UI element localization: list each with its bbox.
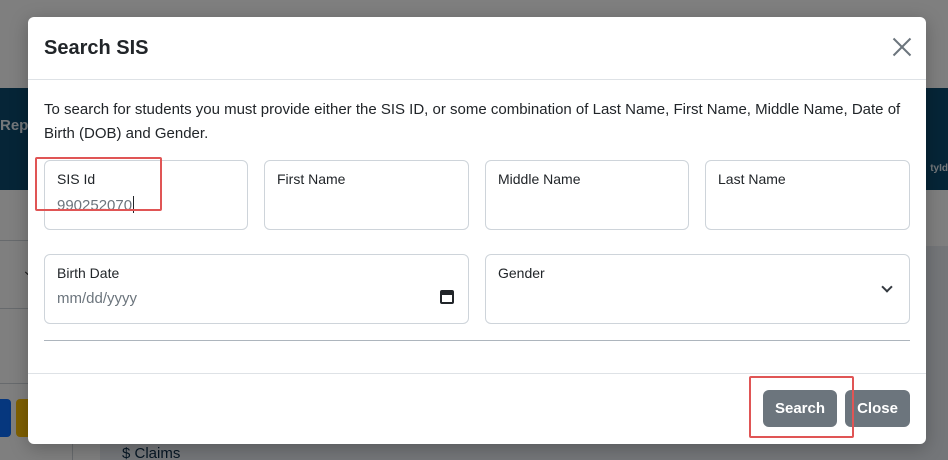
close-icon[interactable] — [892, 37, 912, 57]
gender-select[interactable]: Gender — [485, 254, 910, 324]
modal-header: Search SIS — [28, 17, 926, 80]
last-name-label: Last Name — [718, 171, 786, 187]
form-divider — [44, 340, 910, 341]
search-button[interactable]: Search — [763, 390, 837, 427]
middle-name-label: Middle Name — [498, 171, 581, 187]
birth-date-input[interactable]: mm/dd/yyyy — [57, 290, 137, 307]
first-name-label: First Name — [277, 171, 346, 187]
sis-id-input[interactable]: 990252070 — [57, 196, 135, 214]
sis-id-field[interactable]: SIS Id 990252070 — [44, 160, 248, 230]
modal-footer-divider — [28, 373, 926, 374]
calendar-icon[interactable] — [440, 290, 454, 304]
gender-label: Gender — [498, 265, 545, 281]
middle-name-field[interactable]: Middle Name — [485, 160, 689, 230]
chevron-down-icon[interactable] — [881, 281, 893, 293]
close-button[interactable]: Close — [845, 390, 910, 427]
sis-id-value: 990252070 — [57, 197, 133, 214]
first-name-field[interactable]: First Name — [264, 160, 469, 230]
birth-date-field[interactable]: Birth Date mm/dd/yyyy — [44, 254, 469, 324]
birth-date-label: Birth Date — [57, 265, 120, 281]
modal-title: Search SIS — [44, 37, 149, 59]
modal-description: To search for students you must provide … — [44, 101, 901, 142]
sis-id-label: SIS Id — [57, 171, 96, 187]
text-cursor — [133, 196, 135, 213]
last-name-field[interactable]: Last Name — [705, 160, 910, 230]
search-sis-modal: Search SIS To search for students you mu… — [28, 17, 926, 444]
